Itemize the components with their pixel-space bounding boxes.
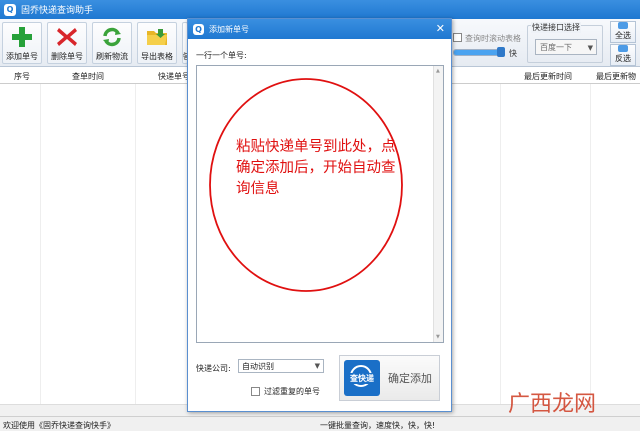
delete-tracking-label: 删除单号	[51, 52, 83, 61]
refresh-logistics-button[interactable]: 刷新物流	[92, 22, 132, 64]
delete-x-icon	[57, 28, 77, 46]
refresh-logistics-label: 刷新物流	[96, 52, 128, 61]
dialog-logo-icon: Q	[193, 23, 204, 35]
app-title: 固乔快递查询助手	[21, 6, 94, 16]
chevron-down-icon: ▼	[587, 44, 593, 52]
column-last-update-info-header[interactable]: 最后更新物	[596, 71, 636, 82]
status-bar: 欢迎使用《固乔快递查询快手》 一键批量查询，速度快，快，快!	[0, 416, 640, 431]
close-icon[interactable]: ✕	[436, 22, 445, 35]
confirm-add-button[interactable]: 查快递 确定添加	[339, 355, 440, 401]
express-logo-text: 查快递	[349, 372, 375, 384]
annotation-text: 粘贴快递单号到此处，点确定添加后，开始自动查询信息	[236, 139, 396, 197]
dedupe-label: 过滤重复的单号	[264, 387, 320, 396]
export-table-button[interactable]: 导出表格	[137, 22, 177, 64]
dialog-title-bar: Q 添加新单号 ✕	[188, 19, 451, 39]
column-tracking-number-header[interactable]: 快递单号	[158, 71, 190, 82]
dedupe-option[interactable]: 过滤重复的单号	[251, 386, 320, 397]
confirm-add-label: 确定添加	[388, 372, 432, 385]
dialog-instruction: 一行一个单号:	[196, 51, 247, 60]
invert-selection-icon	[618, 45, 628, 52]
main-title-bar: Q 固乔快递查询助手	[0, 0, 640, 19]
delete-tracking-button[interactable]: 删除单号	[47, 22, 87, 64]
interface-select[interactable]: 百度一下 ▼	[535, 39, 597, 55]
speed-slider-fill	[454, 50, 502, 55]
interface-group-label: 快递接口选择	[531, 22, 581, 33]
courier-company-label: 快递公司:	[196, 364, 231, 373]
scroll-table-checkbox[interactable]	[453, 33, 462, 42]
plus-icon	[12, 27, 32, 47]
select-all-button[interactable]: 全选	[610, 21, 636, 43]
column-index-header[interactable]: 序号	[14, 71, 30, 82]
speed-slider-knob[interactable]	[497, 47, 505, 57]
add-tracking-button[interactable]: 添加单号	[2, 22, 42, 64]
annotation-ellipse	[209, 78, 403, 292]
column-divider	[40, 84, 41, 404]
scroll-table-label: 查询时滚动表格	[465, 34, 521, 43]
add-tracking-dialog: Q 添加新单号 ✕ 一行一个单号: ▲ ▼ 粘贴快递单号到此处，点确定添加后，开…	[187, 18, 452, 412]
chevron-down-icon: ▼	[314, 362, 320, 370]
column-divider	[590, 84, 591, 404]
add-tracking-label: 添加单号	[6, 52, 38, 61]
app-logo-icon: Q	[4, 3, 16, 16]
folder-icon	[147, 29, 167, 45]
express-query-logo-icon: 查快递	[344, 360, 380, 396]
refresh-icon	[103, 27, 121, 47]
column-divider	[135, 84, 136, 404]
status-slogan-text: 一键批量查询，速度快，快，快!	[320, 421, 436, 430]
column-divider	[500, 84, 501, 404]
export-table-label: 导出表格	[141, 52, 173, 61]
status-welcome-text: 欢迎使用《固乔快递查询快手》	[3, 421, 115, 430]
invert-selection-label: 反选	[615, 54, 631, 63]
courier-company-select[interactable]: 自动识别 ▼	[238, 359, 324, 373]
dialog-title: 添加新单号	[209, 24, 249, 34]
select-all-icon	[618, 22, 628, 29]
column-query-time-header[interactable]: 查单时间	[72, 71, 104, 82]
speed-label: 快	[509, 49, 517, 58]
courier-company-value: 自动识别	[242, 361, 274, 371]
site-watermark: 广西龙网	[508, 392, 597, 417]
speed-slider[interactable]	[453, 49, 503, 56]
dedupe-checkbox[interactable]	[251, 387, 260, 396]
invert-selection-button[interactable]: 反选	[610, 44, 636, 66]
select-all-label: 全选	[615, 31, 631, 40]
column-last-update-time-header[interactable]: 最后更新时间	[524, 71, 572, 82]
interface-select-value: 百度一下	[540, 42, 572, 52]
